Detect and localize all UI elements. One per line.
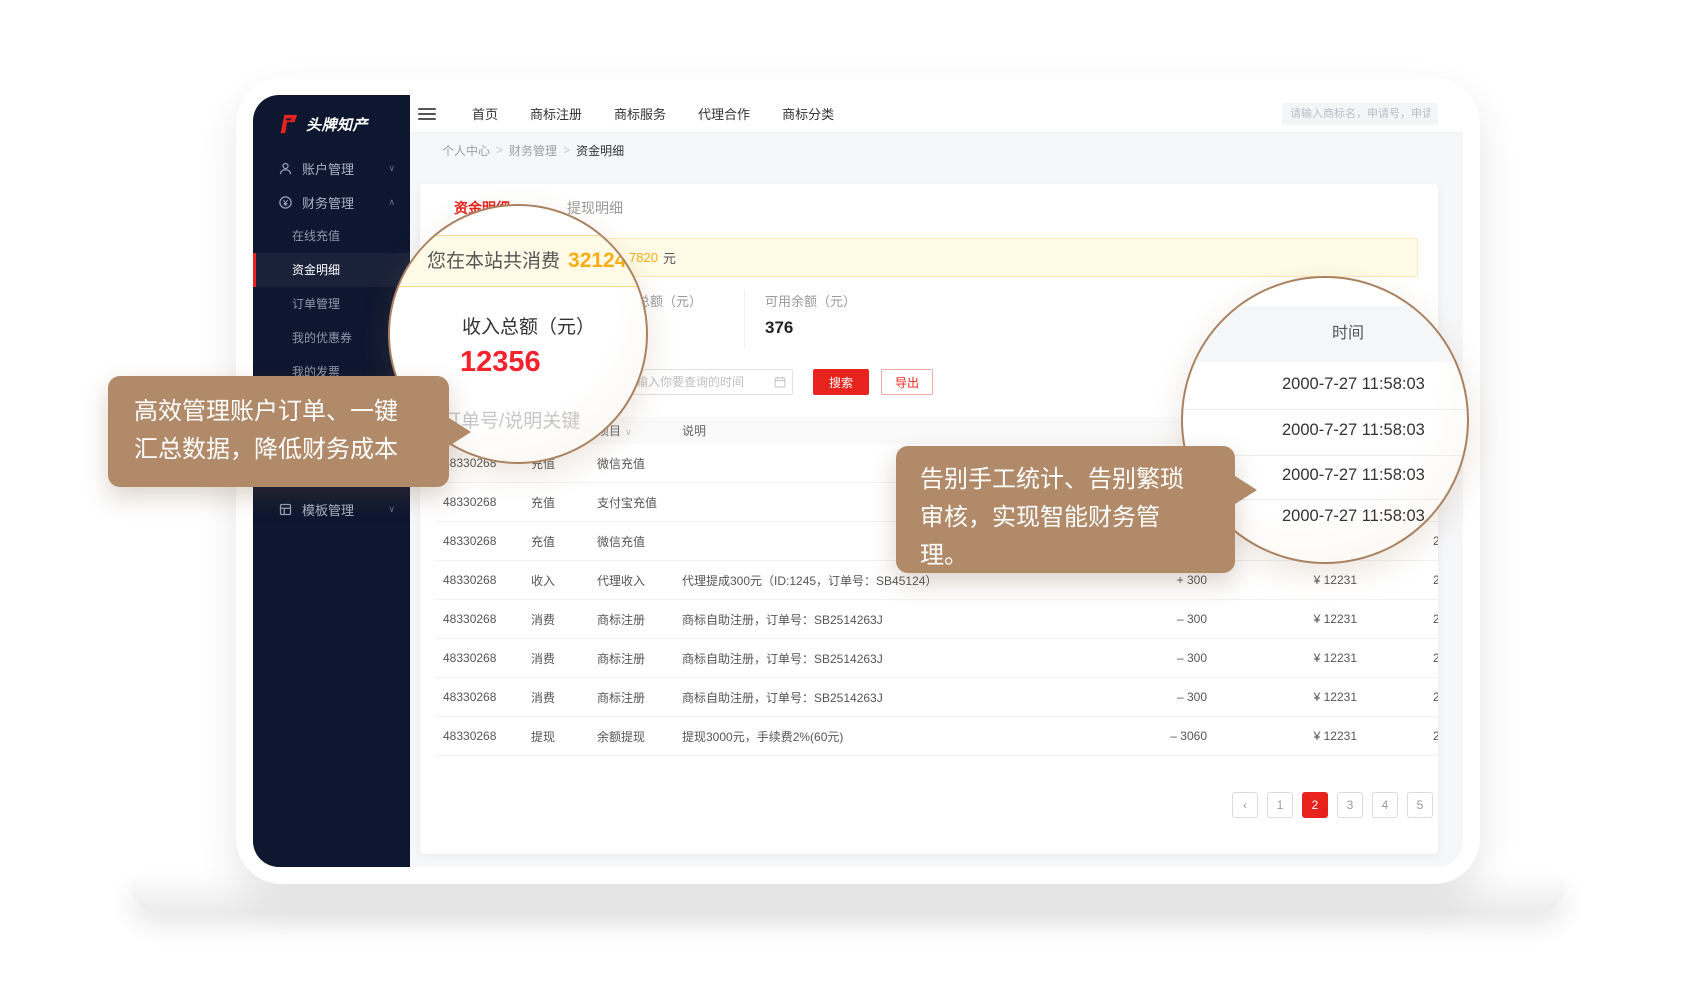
page: 头牌知产 账户管理 ∨ 财务管理 ∧ [0,0,1696,1002]
sidebar-item-label: 财务管理 [302,193,354,212]
sidebar-item-account[interactable]: 账户管理 ∨ [253,151,410,185]
table-row[interactable]: 48330268消费商标注册商标自助注册，订单号：SB2514263J– 300… [435,639,1438,678]
chevron-down-icon: ∨ [388,504,395,515]
chevron-up-icon: ∧ [388,197,395,208]
search-button[interactable]: 搜索 [813,369,869,395]
time-input[interactable] [627,369,793,395]
magnified-time-cell: 2000-7-27 11:58:03 [1282,466,1425,485]
magnified-notice: 您在本站共消费32124 [388,235,648,287]
magnified-time-cell: 2000-7-27 11:58:03 [1282,421,1425,440]
sidebar-item-template[interactable]: 模板管理 ∨ [253,492,410,526]
magnified-notice-amount: 32124 [568,249,626,272]
breadcrumb-item[interactable]: 财务管理 [509,142,557,159]
stat-value: 376 [765,318,856,338]
sidebar-item-recharge[interactable]: 在线充值 [253,219,410,253]
top-navbar: 首页 商标注册 商标服务 代理合作 商标分类 [410,95,1463,133]
magnified-time-cell: 2000-7-27 11:58:03 [1282,507,1425,526]
time-filter [627,369,793,395]
sidebar-item-finance[interactable]: 财务管理 ∧ [253,185,410,219]
page-button-1[interactable]: 1 [1267,792,1293,818]
nav-agent-coop[interactable]: 代理合作 [698,104,750,123]
magnified-stat-value: 12356 [460,346,541,379]
prev-page-button[interactable]: ‹ [1232,792,1258,818]
sort-caret-icon: ∨ [625,427,632,437]
stat-label: 可用余额（元） [765,291,856,310]
nav-trademark-service[interactable]: 商标服务 [614,104,666,123]
sidebar-item-label: 账户管理 [302,159,354,178]
callout-line: 理。 [920,537,1235,575]
breadcrumb-item[interactable]: 个人中心 [442,142,490,159]
divider [1183,409,1467,410]
top-nav-links: 首页 商标注册 商标服务 代理合作 商标分类 [472,104,834,123]
chevron-down-icon: ∨ [388,163,395,174]
logo-text: 头牌知产 [306,114,368,135]
callout-line: 告别手工统计、告别繁琐 [920,461,1235,499]
pagination: ‹ 1 2 3 4 5 › [420,792,1438,818]
sidebar-item-coupons[interactable]: 我的优惠券 [253,321,410,355]
page-button-4[interactable]: 4 [1372,792,1398,818]
calendar-icon [774,376,786,388]
callout-line: 汇总数据，降低财务成本 [134,431,449,469]
notice-unit: 元 [663,248,676,267]
menu-icon[interactable] [418,108,436,120]
breadcrumb-separator: > [496,143,503,157]
breadcrumb-current: 资金明细 [576,142,624,159]
sidebar-item-fund-detail[interactable]: 资金明细 [253,253,410,287]
page-button-2-active[interactable]: 2 [1302,792,1328,818]
magnified-stat-label: 收入总额（元） [462,312,595,339]
tab-withdraw-detail[interactable]: 提现明细 [567,198,623,218]
callout-line: 审核，实现智能财务管 [920,499,1235,537]
col-description: 说明 [674,422,1120,439]
callout-left: 高效管理账户订单、一键 汇总数据，降低财务成本 [108,376,449,487]
callout-right: 告别手工统计、告别繁琐 审核，实现智能财务管 理。 [896,446,1235,573]
table-row[interactable]: 48330268消费商标注册商标自助注册，订单号：SB2514263J– 300… [435,678,1438,717]
table-row[interactable]: 48330268消费商标注册商标自助注册，订单号：SB2514263J– 300… [435,600,1438,639]
sidebar-item-orders[interactable]: 订单管理 [253,287,410,321]
stat-balance: 可用余额（元） 376 [745,289,856,347]
nav-trademark-category[interactable]: 商标分类 [782,104,834,123]
breadcrumb: 个人中心 > 财务管理 > 资金明细 [410,133,1463,167]
finance-icon [278,195,293,210]
user-icon [278,161,293,176]
magnified-time-header: 时间 [1183,306,1467,362]
export-button[interactable]: 导出 [881,369,933,395]
nav-home[interactable]: 首页 [472,104,498,123]
magnified-time-cell: 2000-7-27 11:58:03 [1282,375,1425,394]
template-icon [278,502,293,517]
page-button-3[interactable]: 3 [1337,792,1363,818]
callout-line: 高效管理账户订单、一键 [134,393,449,431]
table-row[interactable]: 48330268提现余额提现提现3000元，手续费2%(60元)– 3060¥ … [435,717,1438,756]
breadcrumb-separator: > [563,143,570,157]
logo-icon [277,113,299,135]
brand-logo[interactable]: 头牌知产 [253,95,410,135]
page-button-5[interactable]: 5 [1407,792,1433,818]
sidebar-item-label: 模板管理 [302,500,354,519]
laptop-base [130,880,1566,912]
card-tabs: 资金明细 提现明细 [454,184,1438,218]
global-search-input[interactable] [1282,103,1438,125]
nav-trademark-register[interactable]: 商标注册 [530,104,582,123]
